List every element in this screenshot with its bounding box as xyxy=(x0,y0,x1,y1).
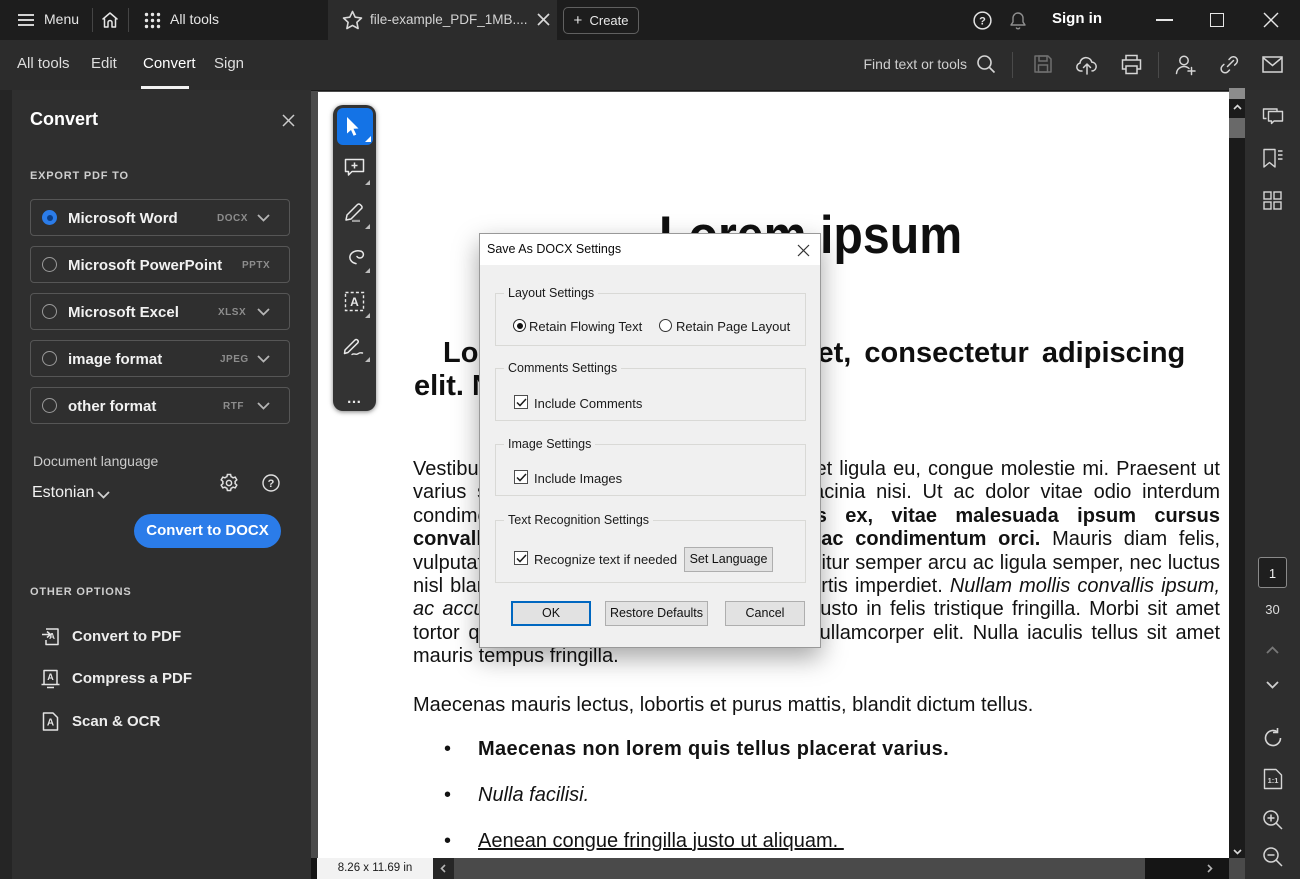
svg-text:?: ? xyxy=(268,478,275,490)
svg-text:A: A xyxy=(47,672,54,682)
svg-text:A: A xyxy=(47,718,54,729)
svg-text:1:1: 1:1 xyxy=(1268,776,1279,785)
svg-text:A: A xyxy=(350,295,359,309)
svg-text:A: A xyxy=(49,632,55,641)
svg-text:?: ? xyxy=(979,16,986,28)
